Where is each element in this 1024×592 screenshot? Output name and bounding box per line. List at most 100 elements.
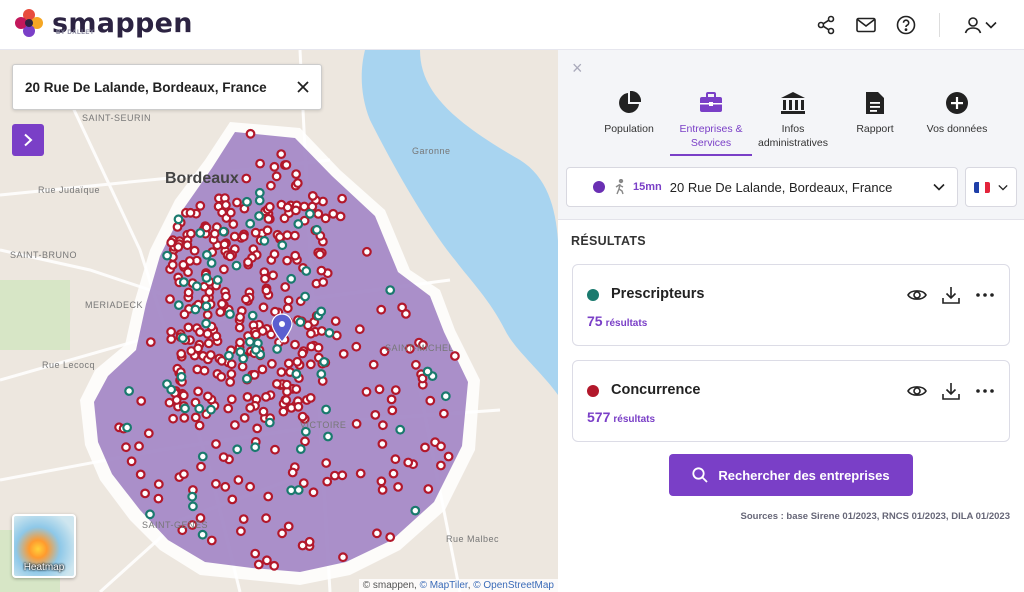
competitor-marker[interactable] <box>279 213 290 224</box>
competitor-marker[interactable] <box>216 355 227 366</box>
competitor-marker[interactable] <box>292 356 303 367</box>
prescriber-marker[interactable] <box>206 404 216 415</box>
prescriber-marker[interactable] <box>247 310 258 321</box>
prescriber-marker[interactable] <box>264 417 275 428</box>
competitor-marker[interactable] <box>211 439 221 449</box>
competitor-marker[interactable] <box>237 361 248 372</box>
competitor-marker[interactable] <box>316 265 327 276</box>
result-card-concurrence[interactable]: Concurrence 577 résultats <box>572 360 1010 442</box>
competitor-marker[interactable] <box>218 452 229 463</box>
prescriber-marker[interactable] <box>323 431 333 442</box>
prescriber-marker[interactable] <box>305 208 315 219</box>
competitor-marker[interactable] <box>257 364 268 375</box>
competitor-marker[interactable] <box>261 513 272 524</box>
competitor-marker[interactable] <box>316 326 327 336</box>
competitor-marker[interactable] <box>276 149 287 159</box>
competitor-marker[interactable] <box>140 488 151 499</box>
competitor-marker[interactable] <box>275 232 285 243</box>
competitor-marker[interactable] <box>253 559 264 570</box>
logo[interactable]: smappen <box>12 6 193 40</box>
competitor-marker[interactable] <box>387 405 398 416</box>
competitor-marker[interactable] <box>297 348 308 359</box>
competitor-marker[interactable] <box>272 379 282 389</box>
competitor-marker[interactable] <box>232 197 242 208</box>
competitor-marker[interactable] <box>250 227 261 238</box>
competitor-marker[interactable] <box>229 420 240 430</box>
competitor-marker[interactable] <box>257 326 268 336</box>
prescriber-marker[interactable] <box>223 350 234 361</box>
heatmap-toggle[interactable]: Heatmap <box>12 514 76 578</box>
competitor-marker[interactable] <box>228 219 239 230</box>
competitor-marker[interactable] <box>193 386 204 397</box>
competitor-marker[interactable] <box>297 540 308 551</box>
address-search-box[interactable]: 20 Rue De Lalande, Bordeaux, France <box>12 64 322 110</box>
competitor-marker[interactable] <box>194 420 205 431</box>
prescriber-marker[interactable] <box>245 218 256 229</box>
competitor-marker[interactable] <box>337 193 348 204</box>
competitor-marker[interactable] <box>299 201 310 212</box>
prescriber-marker[interactable] <box>295 444 306 455</box>
prescriber-marker[interactable] <box>241 196 252 207</box>
map-view[interactable]: SAINT-SEURIN Bordeaux Rue Judaïque SAINT… <box>0 50 558 592</box>
competitor-marker[interactable] <box>168 413 179 424</box>
mail-button[interactable] <box>853 12 879 38</box>
prescriber-marker[interactable] <box>225 309 235 320</box>
prescriber-marker[interactable] <box>410 505 421 516</box>
competitor-marker[interactable] <box>183 287 194 298</box>
prescriber-marker[interactable] <box>385 285 396 296</box>
prescriber-marker[interactable] <box>180 403 190 414</box>
competitor-marker[interactable] <box>176 348 187 359</box>
competitor-marker[interactable] <box>282 255 293 266</box>
competitor-marker[interactable] <box>262 225 273 236</box>
competitor-marker[interactable] <box>372 528 382 539</box>
competitor-marker[interactable] <box>268 270 279 281</box>
competitor-marker[interactable] <box>263 491 274 502</box>
competitor-marker[interactable] <box>218 264 229 275</box>
competitor-marker[interactable] <box>397 302 408 313</box>
competitor-marker[interactable] <box>185 228 196 239</box>
tab-population[interactable]: Population <box>588 88 670 156</box>
competitor-marker[interactable] <box>235 526 246 537</box>
competitor-marker[interactable] <box>271 171 282 182</box>
competitor-marker[interactable] <box>439 408 449 419</box>
isochrone-selector[interactable]: 15mn 20 Rue De Lalande, Bordeaux, France <box>566 167 958 207</box>
competitor-marker[interactable] <box>261 285 272 296</box>
competitor-marker[interactable] <box>390 454 401 465</box>
prescriber-marker[interactable] <box>231 260 242 271</box>
competitor-marker[interactable] <box>226 394 237 405</box>
prescriber-marker[interactable] <box>254 211 265 221</box>
competitor-marker[interactable] <box>376 476 387 487</box>
competitor-marker[interactable] <box>291 384 302 395</box>
competitor-marker[interactable] <box>328 208 339 219</box>
competitor-marker[interactable] <box>322 476 333 487</box>
competitor-marker[interactable] <box>234 322 245 333</box>
competitor-marker[interactable] <box>260 273 270 284</box>
competitor-marker[interactable] <box>282 303 293 314</box>
prescriber-marker[interactable] <box>254 195 265 206</box>
prescriber-marker[interactable] <box>316 369 327 379</box>
prescriber-marker[interactable] <box>122 422 132 433</box>
competitor-marker[interactable] <box>205 350 216 360</box>
competitor-marker[interactable] <box>300 436 310 447</box>
competitor-marker[interactable] <box>390 385 401 396</box>
competitor-marker[interactable] <box>290 250 301 261</box>
close-panel-button[interactable]: × <box>572 58 583 79</box>
competitor-marker[interactable] <box>305 393 316 403</box>
competitor-marker[interactable] <box>266 180 276 191</box>
competitor-marker[interactable] <box>179 309 190 320</box>
competitor-marker[interactable] <box>281 395 292 406</box>
tab-entreprises-services[interactable]: Entreprises & Services <box>670 88 752 156</box>
competitor-marker[interactable] <box>306 328 316 339</box>
competitor-marker[interactable] <box>320 213 331 224</box>
competitor-marker[interactable] <box>262 555 272 566</box>
prescriber-marker[interactable] <box>244 336 255 347</box>
prescriber-marker[interactable] <box>201 301 212 312</box>
competitor-marker[interactable] <box>293 401 304 412</box>
prescriber-marker[interactable] <box>195 228 206 238</box>
user-menu-button[interactable] <box>960 12 1000 38</box>
more-options-button[interactable] <box>975 285 995 305</box>
competitor-marker[interactable] <box>258 302 269 313</box>
prescriber-marker[interactable] <box>293 219 304 229</box>
prescriber-marker[interactable] <box>235 347 246 357</box>
prescriber-marker[interactable] <box>319 357 330 367</box>
